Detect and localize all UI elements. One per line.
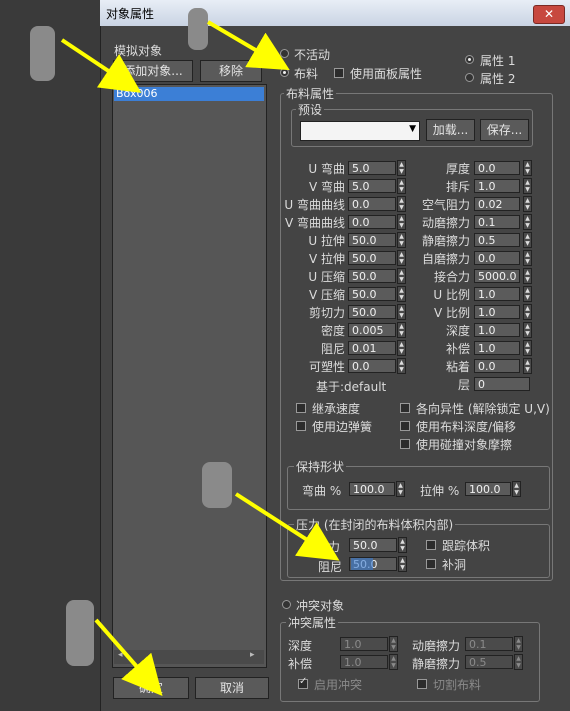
arrow-to-cloth-radio xyxy=(206,20,290,71)
annotation-arrows xyxy=(60,20,340,697)
arrow-to-object-list xyxy=(60,38,142,93)
arrow-to-ok xyxy=(94,618,163,697)
arrow-to-pressure xyxy=(234,492,340,561)
